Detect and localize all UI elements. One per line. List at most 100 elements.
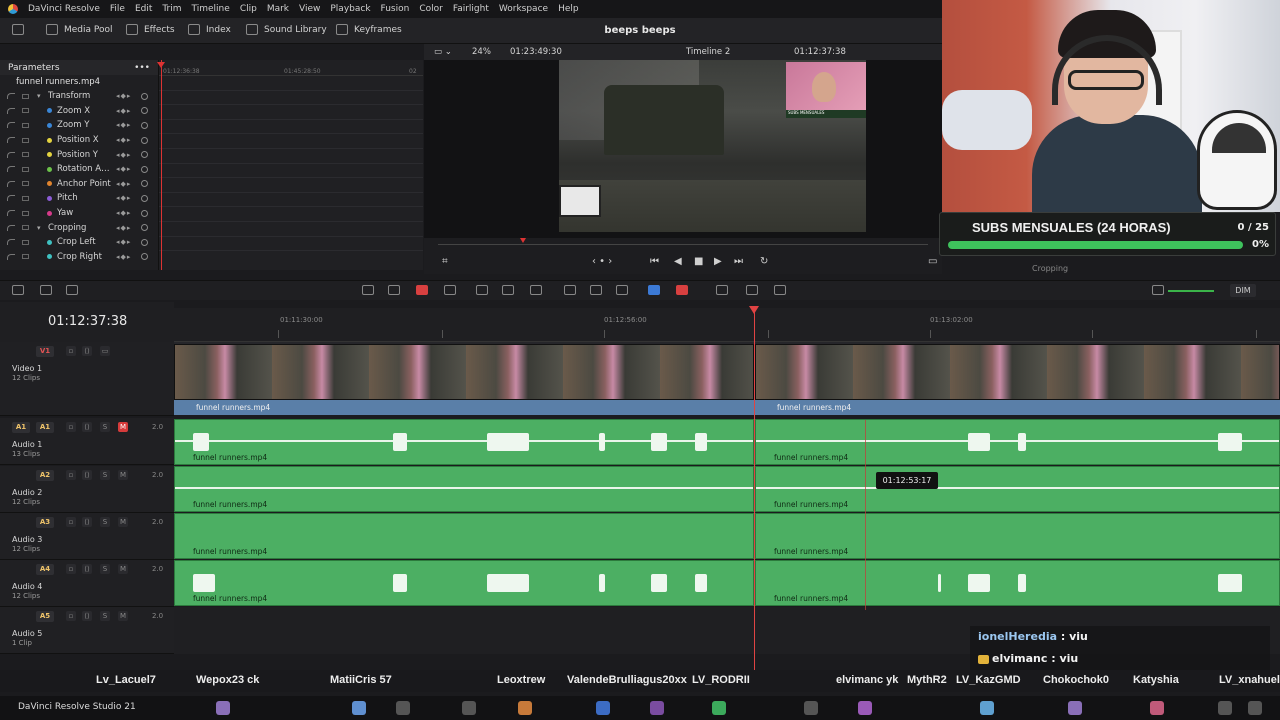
track-tag[interactable]: A1 — [12, 422, 30, 433]
overwrite-clip-icon[interactable] — [502, 285, 514, 295]
visibility-icon[interactable] — [22, 181, 29, 187]
visibility-icon[interactable] — [22, 166, 29, 172]
keyframe-nav-icon[interactable]: ◂◆▸ — [116, 253, 131, 261]
effects-button[interactable]: Effects — [126, 24, 175, 35]
keyframe-nav-icon[interactable]: ◂◆▸ — [116, 238, 131, 246]
timeline-name[interactable]: Timeline 2 — [686, 47, 730, 57]
reset-icon[interactable] — [141, 151, 148, 159]
expand-icon[interactable]: ▾ — [37, 224, 41, 232]
curve-icon[interactable] — [7, 107, 15, 114]
keyframe-nav-icon[interactable]: ◂◆▸ — [116, 194, 131, 202]
timeline-timecode[interactable]: 01:12:37:38 — [48, 314, 127, 329]
keyframe-nav-icon[interactable]: ◂◆▸ — [116, 107, 131, 115]
keyframe-nav-icon[interactable]: ◂◆▸ — [116, 121, 131, 129]
layout-icon[interactable] — [12, 285, 24, 295]
options-icon[interactable]: ••• — [134, 63, 150, 73]
viewer-scrubber[interactable] — [438, 244, 928, 245]
viewer-mode-icon[interactable]: ▭ ⌄ — [434, 47, 452, 57]
track-header-a1[interactable]: A1 A1 ▫ ⟨⟩ S M 2.0 Audio 1 13 Clips — [0, 418, 174, 465]
keyframe-row[interactable] — [159, 222, 423, 237]
keyframe-row[interactable] — [159, 105, 423, 120]
zoom-full-icon[interactable] — [716, 285, 728, 295]
mic-icon[interactable] — [66, 285, 78, 295]
loop-icon[interactable]: ↻ — [760, 256, 768, 267]
reset-icon[interactable] — [141, 180, 148, 188]
speaker-icon[interactable] — [1152, 285, 1164, 295]
character-icon[interactable] — [712, 701, 726, 715]
curve-icon[interactable] — [7, 195, 15, 202]
mute-button[interactable]: M — [118, 422, 128, 432]
crop-icon[interactable]: ⌗ — [442, 256, 448, 267]
auto-select-icon[interactable]: ⟨⟩ — [82, 517, 92, 527]
auto-select-icon[interactable]: ⟨⟩ — [82, 470, 92, 480]
visibility-icon[interactable] — [22, 122, 29, 128]
curve-icon[interactable] — [7, 253, 15, 260]
track-header-a3[interactable]: A3 ▫ ⟨⟩ S M 2.0 Audio 3 12 Clips — [0, 513, 174, 560]
character-icon[interactable] — [980, 701, 994, 715]
keyframe-row[interactable] — [159, 178, 423, 193]
audio-track-3[interactable]: funnel runners.mp4 funnel runners.mp4 — [174, 513, 1280, 559]
menu-trim[interactable]: Trim — [162, 4, 181, 14]
keyframe-nav-icon[interactable]: ◂◆▸ — [116, 209, 131, 217]
track-header-v1[interactable]: V1 ▫ ⟨⟩ ▭ Video 1 12 Clips — [0, 342, 174, 416]
audio-track-4[interactable]: funnel runners.mp4 funnel runners.mp4 — [174, 560, 1280, 606]
reset-icon[interactable] — [141, 194, 148, 202]
solo-button[interactable]: S — [100, 611, 110, 621]
curve-icon[interactable] — [7, 180, 15, 187]
lock-track-icon[interactable]: ▫ — [66, 564, 76, 574]
keyframe-row[interactable] — [159, 76, 423, 91]
replace-clip-icon[interactable] — [530, 285, 542, 295]
visibility-icon[interactable] — [22, 93, 29, 99]
keyframe-row[interactable] — [159, 91, 423, 106]
index-button[interactable]: Index — [188, 24, 231, 35]
media-pool-button[interactable]: Media Pool — [46, 24, 113, 35]
flag-icon[interactable] — [40, 285, 52, 295]
auto-select-icon[interactable]: ⟨⟩ — [82, 611, 92, 621]
menu-fairlight[interactable]: Fairlight — [453, 4, 489, 14]
character-icon[interactable] — [1068, 701, 1082, 715]
keyframe-nav-icon[interactable]: ◂◆▸ — [116, 165, 131, 173]
marker-red-icon[interactable] — [676, 285, 688, 295]
menu-view[interactable]: View — [299, 4, 320, 14]
menu-workspace[interactable]: Workspace — [499, 4, 548, 14]
parameter-row[interactable]: Yaw ◂◆▸ — [0, 206, 158, 221]
lock-track-icon[interactable]: ▫ — [66, 346, 76, 356]
curve-icon[interactable] — [7, 93, 15, 100]
keyframe-nav-icon[interactable]: ◂◆▸ — [116, 151, 131, 159]
visibility-icon[interactable] — [22, 108, 29, 114]
mute-button[interactable]: M — [118, 517, 128, 527]
visibility-icon[interactable] — [22, 152, 29, 158]
solo-button[interactable]: S — [100, 517, 110, 527]
stop-icon[interactable]: ■ — [694, 256, 703, 267]
menu-clip[interactable]: Clip — [240, 4, 257, 14]
master-volume-slider[interactable] — [1168, 290, 1214, 292]
track-tag[interactable]: A1 — [36, 422, 54, 433]
curve-icon[interactable] — [7, 210, 15, 217]
visibility-icon[interactable] — [22, 210, 29, 216]
go-to-start-icon[interactable]: ⏮ — [650, 256, 659, 267]
reset-icon[interactable] — [141, 224, 148, 232]
viewer-playhead-icon[interactable] — [520, 238, 526, 246]
track-visibility-icon[interactable]: ▭ — [100, 346, 110, 356]
parameter-row[interactable]: Rotation An... ◂◆▸ — [0, 162, 158, 177]
reset-icon[interactable] — [141, 121, 148, 129]
keyframe-nav-icon[interactable]: ◂◆▸ — [116, 180, 131, 188]
keyframe-row[interactable] — [159, 149, 423, 164]
trim-tool-icon[interactable] — [388, 285, 400, 295]
keyframe-ruler[interactable]: 01:12:36:38 01:45:28:50 02 — [159, 60, 423, 76]
media-page-icon[interactable] — [216, 701, 230, 715]
selection-tool-icon[interactable] — [362, 285, 374, 295]
fullscreen-icon[interactable]: ▭ — [928, 256, 937, 267]
keyframe-row[interactable] — [159, 134, 423, 149]
dynamic-trim-icon[interactable] — [444, 285, 456, 295]
menu-timeline[interactable]: Timeline — [192, 4, 230, 14]
visibility-icon[interactable] — [22, 254, 29, 260]
audio-clip[interactable]: funnel runners.mp4 — [755, 513, 1280, 559]
visibility-icon[interactable] — [22, 239, 29, 245]
video-track-1[interactable] — [174, 342, 1280, 400]
reset-icon[interactable] — [141, 107, 148, 115]
parameter-row[interactable]: ▾ Cropping ◂◆▸ — [0, 220, 158, 235]
expand-icon[interactable]: ▾ — [37, 92, 41, 100]
home-icon[interactable] — [1218, 701, 1232, 715]
keyframe-row[interactable] — [159, 193, 423, 208]
